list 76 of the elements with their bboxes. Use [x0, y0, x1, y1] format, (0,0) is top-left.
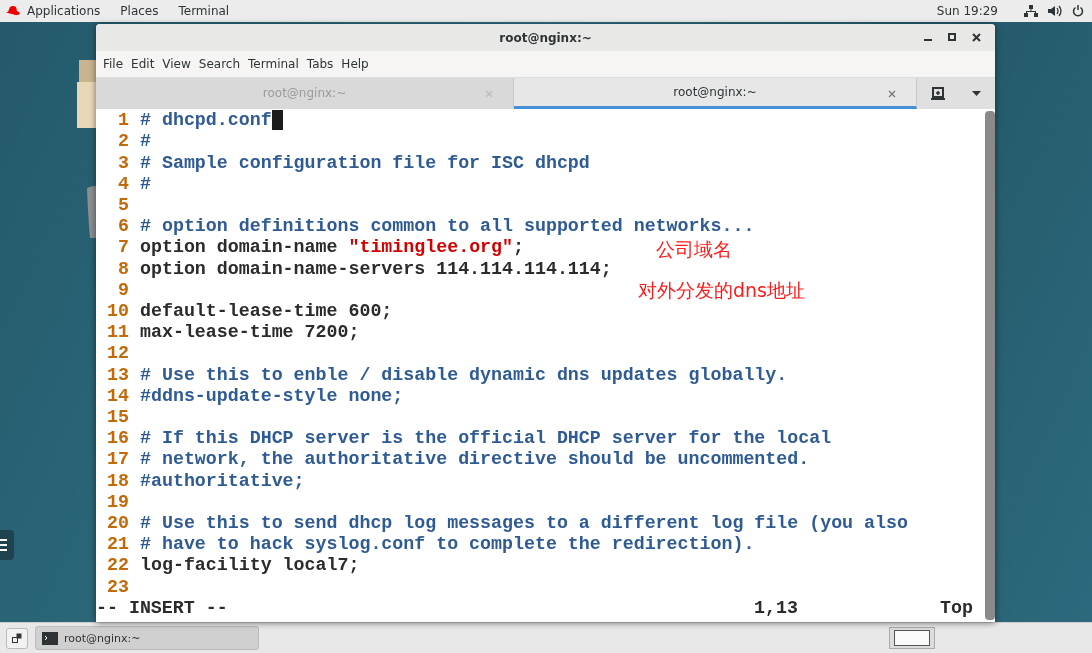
line-number: 18: [106, 470, 130, 492]
network-icon[interactable]: [1024, 5, 1038, 17]
menu-item[interactable]: Help: [337, 57, 373, 72]
line-number: 10: [106, 300, 130, 323]
new-tab-icon[interactable]: [930, 86, 945, 100]
code-line: # have to hack syslog.conf to complete the redirection).: [140, 534, 755, 556]
menu-handle-icon[interactable]: [0, 530, 14, 560]
code-line: option domain-name "timinglee.org";: [140, 237, 524, 259]
line-number: 14: [106, 385, 130, 407]
line-number: 8: [117, 258, 130, 280]
line-number: 6: [117, 216, 130, 238]
code-line: log-facility local7;: [140, 555, 360, 577]
code-line: # network, the authoritative directive should be uncommented.: [140, 449, 810, 471]
menu-item[interactable]: Terminal: [244, 57, 303, 72]
menu-item[interactable]: Search: [194, 57, 245, 72]
menu-item[interactable]: Edit: [127, 57, 159, 72]
line-number: 4: [117, 173, 130, 195]
top-menu[interactable]: Applications: [27, 4, 101, 18]
line-number: 5: [117, 194, 130, 217]
code-line: #: [140, 131, 151, 153]
task-label: root@nginx:~: [64, 631, 141, 645]
annotation-text: 公司域名: [656, 237, 732, 263]
line-number: 12: [106, 343, 130, 365]
terminal-icon: [42, 631, 58, 645]
terminal-tab[interactable]: root@nginx:~: [514, 77, 917, 110]
mode-indicator: -- INSERT --: [96, 597, 229, 619]
code-line: # Sample configuration file for ISC dhcpd: [140, 152, 590, 174]
code-line: # If this DHCP server is the official DHCP server for the local: [140, 428, 832, 450]
caret-icon[interactable]: [972, 90, 982, 96]
code-line: default-lease-time 600;: [140, 300, 393, 323]
line-number: 16: [106, 428, 130, 450]
code-line: max-lease-time 7200;: [140, 322, 360, 344]
show-desktop-button[interactable]: [6, 627, 28, 649]
line-number: 20: [106, 513, 130, 535]
power-icon[interactable]: [1072, 5, 1084, 17]
line-number: 13: [106, 364, 130, 386]
maximize-icon[interactable]: [948, 33, 956, 41]
top-menu[interactable]: Places: [120, 4, 159, 18]
window-title: root@nginx:~: [499, 30, 592, 45]
code-line: #authoritative;: [140, 470, 305, 492]
cursor-position: 1,13: [754, 597, 799, 619]
clock[interactable]: Sun 19:29: [936, 4, 998, 18]
code-line: # option definitions common to all supported networks...: [140, 216, 755, 238]
line-number: 3: [117, 152, 130, 174]
code-line: # Use this to send dhcp log messages to a different log file (you also: [140, 513, 908, 535]
code-line: #ddns-update-style none;: [140, 385, 404, 407]
line-number: 1: [117, 110, 130, 132]
hat-logo-icon: [5, 5, 21, 17]
workspace-switcher[interactable]: [889, 627, 935, 649]
windows-icon: [12, 633, 22, 643]
top-menu[interactable]: Terminal: [178, 4, 230, 18]
scrollbar-thumb[interactable]: [985, 111, 995, 620]
line-number: 11: [106, 322, 130, 344]
menu-item[interactable]: View: [158, 57, 195, 72]
line-number: 9: [117, 279, 130, 301]
close-icon[interactable]: [972, 33, 981, 42]
annotation-text: 对外分发的dns地址: [638, 278, 805, 304]
line-number: 19: [106, 491, 130, 513]
line-number: 23: [106, 576, 130, 598]
line-number: 21: [106, 534, 130, 556]
menu-item[interactable]: File: [99, 57, 128, 72]
line-number: 22: [106, 555, 130, 577]
line-number: 17: [106, 449, 130, 471]
line-number: 2: [117, 131, 130, 153]
code-line: option domain-name-servers 114.114.114.114;: [140, 258, 612, 280]
volume-icon[interactable]: [1048, 5, 1062, 17]
taskbar-task[interactable]: root@nginx:~: [35, 626, 259, 650]
line-number: 15: [106, 406, 130, 429]
scroll-position: Top: [940, 597, 974, 619]
folder-icon[interactable]: [77, 60, 96, 128]
code-line: #: [140, 173, 151, 195]
line-number: 7: [117, 237, 130, 259]
code-line: # dhcpd.conf: [140, 110, 272, 132]
close-tab-icon[interactable]: [888, 89, 896, 98]
menu-item[interactable]: Tabs: [302, 57, 338, 72]
code-line: # Use this to enble / disable dynamic dns updates globally.: [140, 364, 788, 386]
